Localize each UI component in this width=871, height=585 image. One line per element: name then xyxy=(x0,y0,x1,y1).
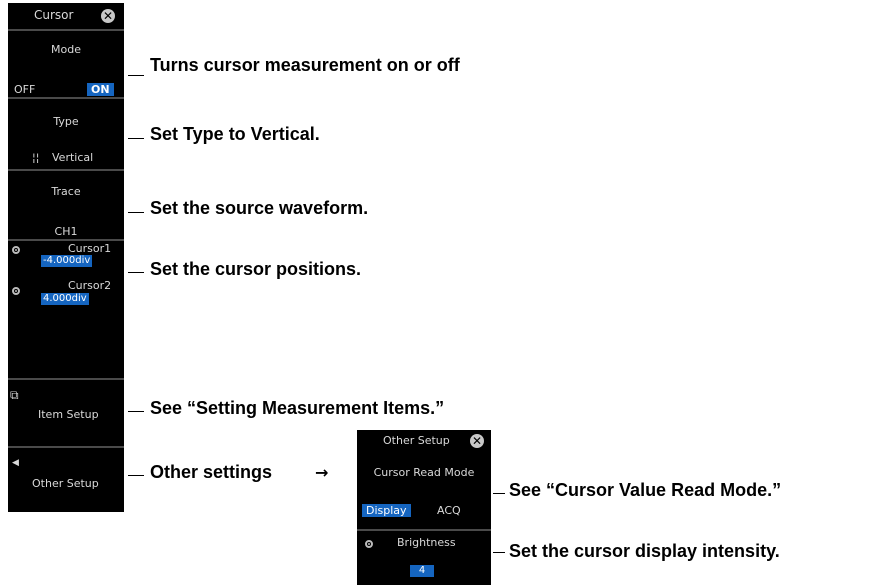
close-icon[interactable]: ✕ xyxy=(470,434,484,448)
trace-leader-line xyxy=(128,212,144,213)
item-setup-annotation: See “Setting Measurement Items.” xyxy=(150,398,445,418)
brightness-label: Brightness xyxy=(397,536,456,549)
type-label: Type xyxy=(53,115,79,128)
mode-annotation: Turns cursor measurement on or off xyxy=(150,55,460,75)
other-setup-leader-line xyxy=(128,475,144,476)
mode-section[interactable]: Mode OFF ON xyxy=(8,29,124,97)
left-arrow-icon: ◀ xyxy=(12,458,19,468)
jog-knob-icon xyxy=(365,540,373,548)
other-setup-title: Other Setup xyxy=(383,434,450,447)
jog-knob-icon xyxy=(12,287,20,295)
mode-label: Mode xyxy=(51,43,81,56)
type-annotation: Set Type to Vertical. xyxy=(150,124,320,144)
cursor-menu-title: Cursor xyxy=(34,8,74,22)
trace-section[interactable]: Trace CH1 xyxy=(8,169,124,239)
cursor-position-section: Cursor1 -4.000div Cursor2 4.000div xyxy=(8,239,124,378)
brightness-value-field[interactable]: 4 xyxy=(410,565,434,577)
trace-value: CH1 xyxy=(54,225,78,238)
read-mode-leader-line xyxy=(493,493,505,494)
other-setup-label: Other Setup xyxy=(32,477,99,490)
cursor2-label: Cursor2 xyxy=(68,279,112,292)
other-setup-button[interactable]: ◀ Other Setup xyxy=(8,446,124,512)
trace-label: Trace xyxy=(51,185,81,198)
right-arrow-icon: → xyxy=(315,463,329,482)
brightness-leader-line xyxy=(493,552,505,553)
type-value: Vertical xyxy=(52,151,94,164)
cursor-menu-panel: Cursor ✕ Mode OFF ON Type ¦¦ Vertical Tr… xyxy=(8,3,124,512)
brightness-section[interactable]: Brightness 4 xyxy=(357,529,491,585)
other-setup-panel: Other Setup ✕ Cursor Read Mode Display A… xyxy=(357,430,491,585)
cursor1-label: Cursor1 xyxy=(68,242,112,255)
cursor-read-mode-section[interactable]: Cursor Read Mode Display ACQ xyxy=(357,453,491,529)
type-leader-line xyxy=(128,138,144,139)
cursor2-value-field[interactable]: 4.000div xyxy=(41,293,89,305)
item-setup-leader-line xyxy=(128,411,144,412)
mode-leader-line xyxy=(128,75,144,76)
item-setup-label: Item Setup xyxy=(38,408,99,421)
type-section[interactable]: Type ¦¦ Vertical xyxy=(8,97,124,169)
mode-on-option[interactable]: ON xyxy=(87,83,114,96)
trace-annotation: Set the source waveform. xyxy=(150,198,369,218)
jog-knob-icon xyxy=(12,246,20,254)
positions-annotation: Set the cursor positions. xyxy=(150,259,362,279)
item-setup-icon: ⧉ xyxy=(10,388,19,402)
read-mode-annotation: See “Cursor Value Read Mode.” xyxy=(509,480,782,500)
read-mode-acq-option[interactable]: ACQ xyxy=(437,504,461,517)
mode-off-option[interactable]: OFF xyxy=(14,83,35,96)
close-icon[interactable]: ✕ xyxy=(101,9,115,23)
read-mode-display-option[interactable]: Display xyxy=(362,504,411,517)
positions-leader-line xyxy=(128,272,144,273)
vertical-type-icon: ¦¦ xyxy=(32,151,40,164)
cursor1-value-field[interactable]: -4.000div xyxy=(41,255,93,267)
item-setup-button[interactable]: ⧉ Item Setup xyxy=(8,378,124,446)
cursor-read-mode-label: Cursor Read Mode xyxy=(373,466,475,479)
other-settings-annotation: Other settings xyxy=(150,462,273,482)
brightness-annotation: Set the cursor display intensity. xyxy=(509,541,780,561)
